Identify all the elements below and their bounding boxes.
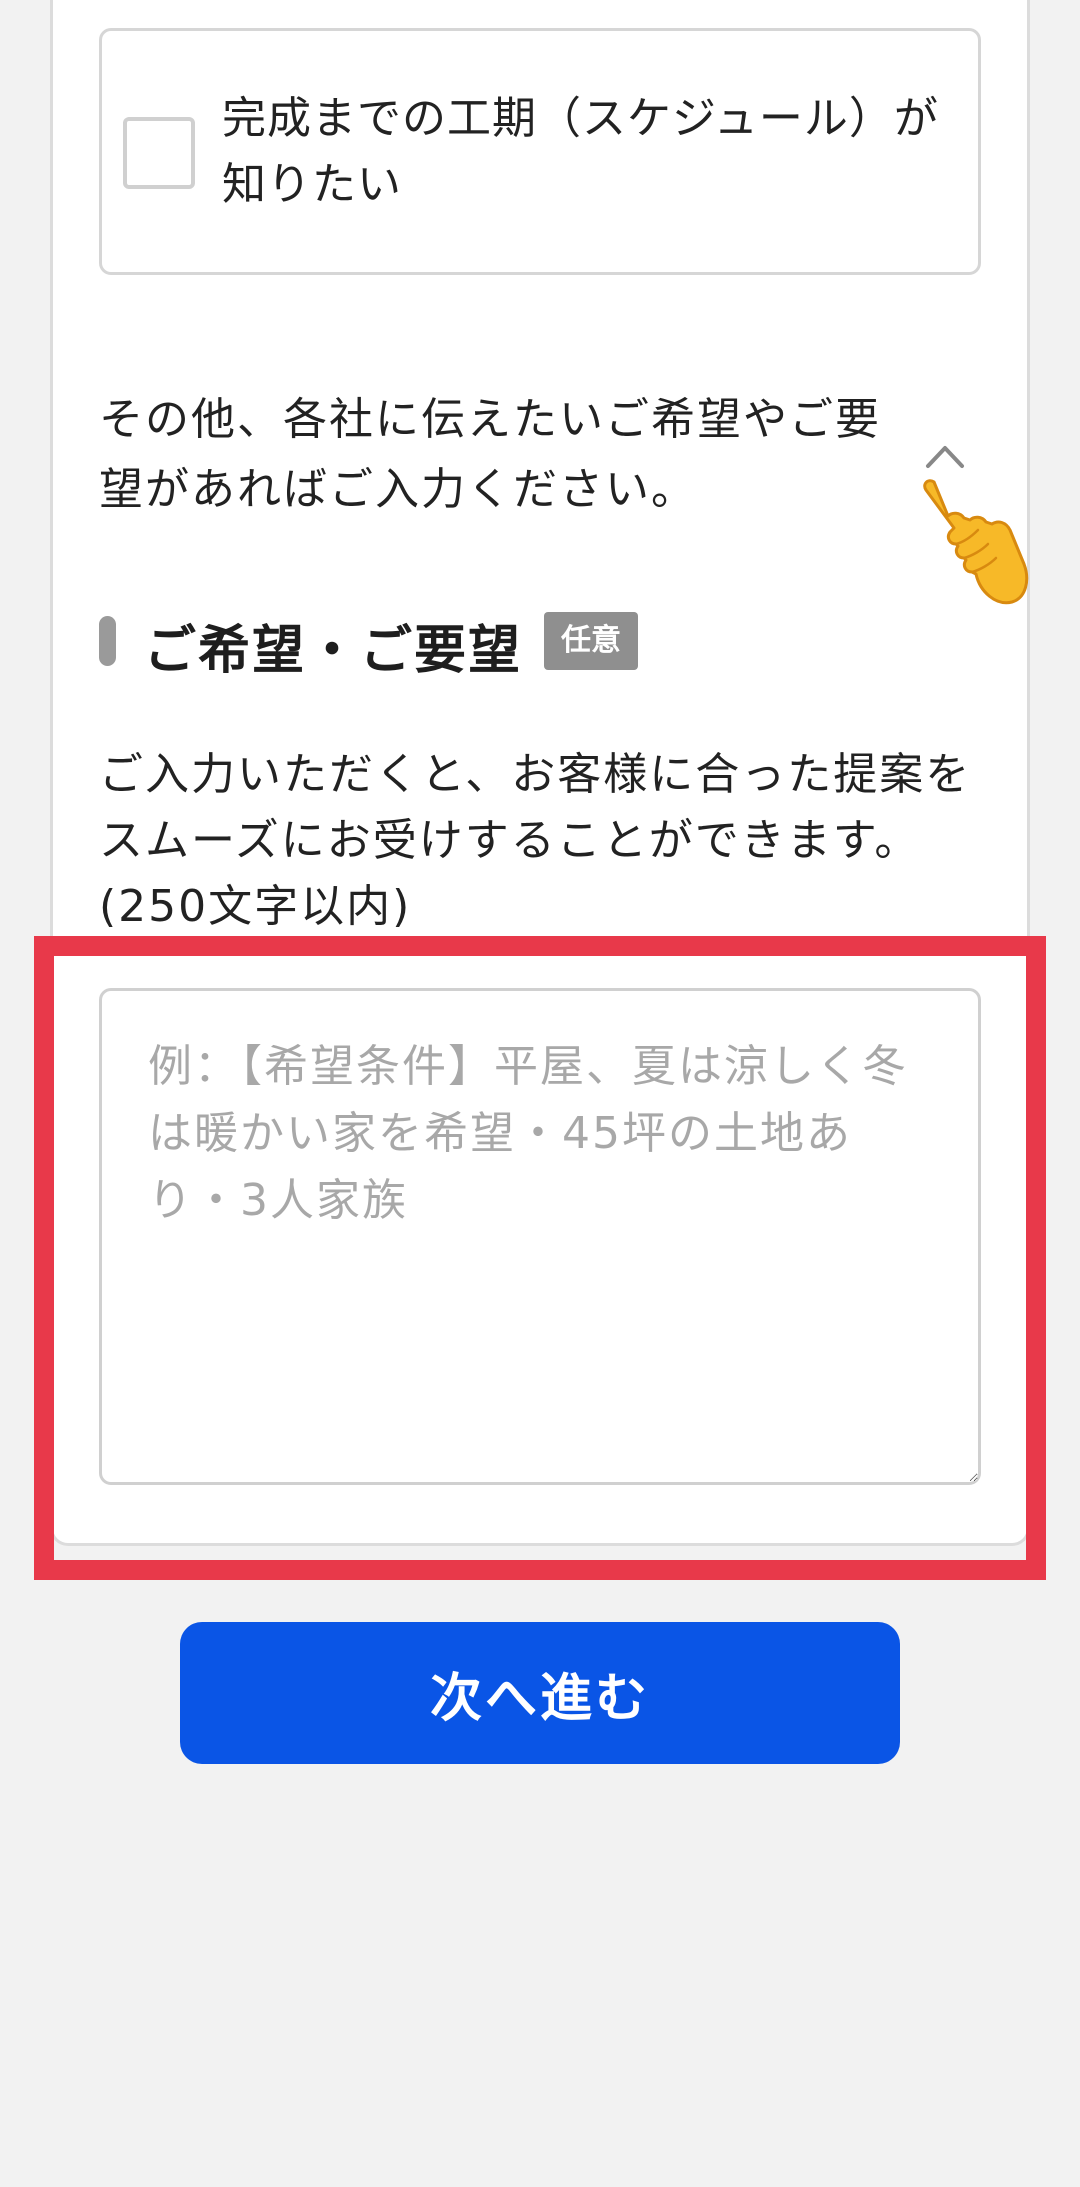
request-field-wrapper <box>99 988 981 1485</box>
schedule-option-label[interactable]: 完成までの工期（スケジュール）が知りたい <box>222 86 952 218</box>
next-button[interactable]: 次へ進む <box>180 1622 900 1764</box>
chevron-up-icon[interactable] <box>925 443 965 469</box>
additional-request-intro: その他、各社に伝えたいご希望やご要望があればご入力ください。 <box>99 394 881 515</box>
section-marker <box>99 616 116 666</box>
pointing-hand-icon <box>923 479 1029 605</box>
section-description: ご入力いただくと、お客様に合った提案をスムーズにお受けすることができます。(25… <box>99 749 972 932</box>
section-title: ご希望・ご要望 <box>144 621 523 681</box>
optional-badge: 任意 <box>544 612 638 670</box>
request-textarea[interactable] <box>99 988 981 1485</box>
schedule-checkbox[interactable] <box>123 117 195 189</box>
